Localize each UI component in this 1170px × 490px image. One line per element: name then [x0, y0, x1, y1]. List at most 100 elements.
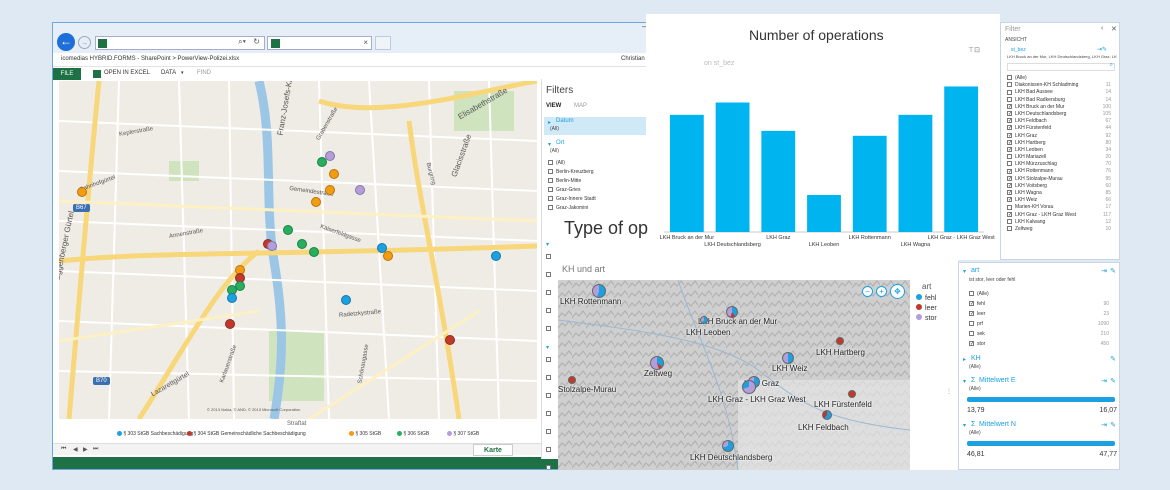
- bar[interactable]: [807, 195, 841, 232]
- search-icon[interactable]: ⌕▾: [238, 37, 246, 47]
- checkbox[interactable]: [1007, 89, 1012, 95]
- checkbox[interactable]: [969, 321, 974, 327]
- checkbox[interactable]: [548, 160, 553, 166]
- bar[interactable]: [898, 114, 933, 232]
- checkbox-list-item[interactable]: LKH Voitsberg 60: [1007, 183, 1117, 190]
- filter-mittel-e-label[interactable]: Mittelwert E: [979, 377, 1016, 384]
- checkbox-list-item[interactable]: fehl 90: [969, 299, 1115, 309]
- filter-art-label[interactable]: art: [971, 267, 979, 274]
- tab-map[interactable]: MAP: [574, 103, 587, 109]
- range-slider[interactable]: [967, 441, 1115, 446]
- map-pin[interactable]: [77, 187, 87, 197]
- advanced-filter-icon[interactable]: ⇥: [1101, 267, 1107, 275]
- checkbox[interactable]: [1007, 168, 1012, 174]
- checkbox-list-item[interactable]: LKH Graz - LKH Graz West 117: [1007, 212, 1117, 219]
- checkbox-list-item[interactable]: LKH Weiz 66: [1007, 197, 1117, 204]
- sheet-nav-next[interactable]: ▶: [83, 446, 88, 453]
- map-pin[interactable]: [227, 293, 237, 303]
- map-pie[interactable]: [822, 410, 832, 420]
- checkbox[interactable]: [1007, 175, 1012, 181]
- checkbox-list-item[interactable]: LKH Wagna 85: [1007, 190, 1117, 197]
- search-input[interactable]: ⌕: [1007, 62, 1115, 71]
- checkbox-list-item[interactable]: stor 450: [969, 339, 1115, 349]
- map-pin[interactable]: [445, 335, 455, 345]
- checkbox[interactable]: [1007, 211, 1012, 217]
- map-pin[interactable]: [283, 225, 293, 235]
- bar[interactable]: [669, 114, 704, 232]
- checkbox-list-item[interactable]: (Alle): [1007, 75, 1117, 82]
- map-pie[interactable]: [650, 356, 664, 370]
- checkbox[interactable]: [1007, 226, 1012, 232]
- sheet-nav-first[interactable]: ⏮: [61, 446, 66, 453]
- checkbox-list-item[interactable]: prf 1090: [969, 319, 1115, 329]
- map-pin[interactable]: [383, 251, 393, 261]
- checkbox-list-item[interactable]: LKH Kalwang 12: [1007, 219, 1117, 226]
- map-pin[interactable]: [329, 169, 339, 179]
- map-pin[interactable]: [355, 185, 365, 195]
- checkbox[interactable]: [548, 169, 553, 175]
- filter-right-collapse-icon[interactable]: ‹: [1101, 25, 1103, 32]
- checkbox[interactable]: [1007, 103, 1012, 109]
- checkbox[interactable]: [1007, 96, 1012, 102]
- data-menu[interactable]: DATA: [161, 70, 176, 76]
- open-in-excel-button[interactable]: OPEN IN EXCEL: [104, 70, 150, 76]
- map-pin[interactable]: [341, 295, 351, 305]
- austria-map[interactable]: − + ✥ LKH Rottenmann LKH Bruck an der Mu…: [558, 280, 910, 470]
- address-bar[interactable]: ⌕▾ ↻: [95, 36, 265, 50]
- browser-tab[interactable]: ×: [267, 36, 372, 50]
- checkbox-list-item[interactable]: LKH Bad Aussee 14: [1007, 89, 1117, 96]
- checkbox[interactable]: [548, 187, 553, 193]
- checkbox-list-item[interactable]: LKH Bad Radkersburg 14: [1007, 97, 1117, 104]
- checkbox[interactable]: [1007, 218, 1012, 224]
- checkbox[interactable]: [969, 291, 974, 297]
- new-tab-button[interactable]: [375, 36, 391, 50]
- map-zoom-in-button[interactable]: +: [876, 286, 887, 297]
- checkbox[interactable]: [1007, 182, 1012, 188]
- bar[interactable]: [944, 86, 979, 232]
- clear-filter-icon[interactable]: ✎: [1110, 267, 1116, 275]
- map-pie[interactable]: [700, 316, 708, 324]
- file-tab[interactable]: FILE: [53, 68, 81, 80]
- checkbox[interactable]: [1007, 75, 1012, 81]
- map-pie[interactable]: [722, 440, 734, 452]
- checkbox-list-item[interactable]: (Alle): [969, 289, 1115, 299]
- find-button[interactable]: FIND: [197, 70, 211, 76]
- map-pie[interactable]: [836, 337, 844, 345]
- checkbox-list-item[interactable]: Zeltweg 10: [1007, 226, 1117, 233]
- filter-right-field[interactable]: st_bez: [1011, 47, 1026, 53]
- checkbox-list-item[interactable]: LKH Mariazell 20: [1007, 154, 1117, 161]
- filter-ort-label[interactable]: Ort: [556, 140, 564, 146]
- map-pie[interactable]: [848, 390, 856, 398]
- sheet-nav-last[interactable]: ⏭: [93, 446, 98, 453]
- map-pin[interactable]: [297, 239, 307, 249]
- map-pin[interactable]: [267, 241, 277, 251]
- advanced-filter-icon[interactable]: ⇥: [1101, 377, 1107, 385]
- map-pie[interactable]: [568, 376, 576, 384]
- checkbox-list-item[interactable]: LKH Graz 92: [1007, 133, 1117, 140]
- tab-close-icon[interactable]: ×: [363, 38, 368, 47]
- checkbox[interactable]: [1007, 125, 1012, 131]
- filter-right-field-icons[interactable]: ⇥✎: [1097, 46, 1107, 53]
- street-map[interactable]: Franz-Josefs-Kai Elisabethstraße Glaciss…: [59, 81, 537, 419]
- map-pie[interactable]: [592, 284, 606, 298]
- checkbox-list-item[interactable]: LKH Leoben 34: [1007, 147, 1117, 154]
- sheet-tab-karte[interactable]: Karte: [473, 444, 513, 456]
- checkbox-list-item[interactable]: LKH Hartberg 80: [1007, 140, 1117, 147]
- checkbox-list-item[interactable]: LKH Fürstenfeld 44: [1007, 125, 1117, 132]
- bar[interactable]: [761, 130, 796, 232]
- clear-filter-icon[interactable]: ✎: [1110, 421, 1116, 429]
- bar[interactable]: [852, 135, 887, 232]
- map-pin[interactable]: [311, 197, 321, 207]
- map-pie[interactable]: [726, 306, 738, 318]
- checkbox-list-item[interactable]: leer 23: [969, 309, 1115, 319]
- checkbox-list-item[interactable]: LKH Deutschlandsberg 105: [1007, 111, 1117, 118]
- checkbox-list-item[interactable]: Marien-KH Vorau 17: [1007, 204, 1117, 211]
- map-pin[interactable]: [491, 251, 501, 261]
- checkbox[interactable]: [1007, 111, 1012, 117]
- breadcrumb[interactable]: icomedias HYBRID.FORMS - SharePoint > Po…: [61, 56, 239, 62]
- map-pin[interactable]: [225, 319, 235, 329]
- filter-kh[interactable]: ▸ KH ✎ (Alle): [963, 355, 1117, 373]
- clear-filter-icon[interactable]: ✎: [1110, 377, 1116, 385]
- sheet-nav-prev[interactable]: ◀: [73, 446, 78, 453]
- checkbox[interactable]: [548, 205, 553, 211]
